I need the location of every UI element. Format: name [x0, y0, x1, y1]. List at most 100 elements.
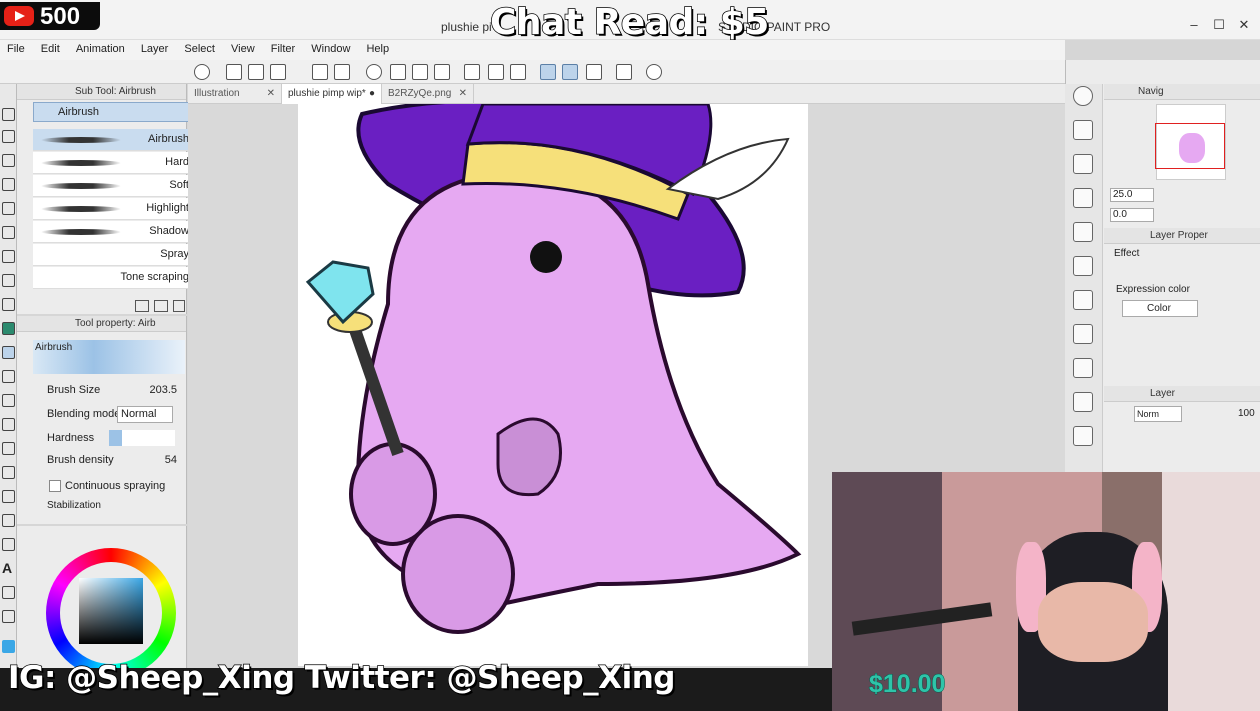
- menu-select[interactable]: Select: [184, 40, 215, 58]
- brush-soft[interactable]: Soft: [33, 175, 191, 197]
- airbrush-tool-icon[interactable]: [2, 346, 15, 359]
- pen-tool-icon[interactable]: [2, 274, 15, 287]
- rotate-value[interactable]: 0.0: [1110, 208, 1154, 222]
- menu-view[interactable]: View: [231, 40, 255, 58]
- search-icon[interactable]: [1073, 86, 1093, 106]
- eraser-tool-icon[interactable]: [2, 394, 15, 407]
- navigator-preview[interactable]: [1155, 104, 1226, 180]
- duplicate-subtool-icon[interactable]: [154, 300, 168, 312]
- magic-wand-icon[interactable]: [2, 226, 15, 239]
- stabilization-row[interactable]: Stabilization: [33, 496, 193, 518]
- hardness-selector[interactable]: [109, 430, 175, 446]
- menu-help[interactable]: Help: [366, 40, 389, 58]
- brush-hard[interactable]: Hard: [33, 152, 191, 174]
- star-icon[interactable]: [1073, 120, 1093, 140]
- correct-line-icon[interactable]: [2, 610, 15, 623]
- invert-selection-icon[interactable]: [488, 64, 504, 80]
- menu-edit[interactable]: Edit: [41, 40, 60, 58]
- pencil-tool-icon[interactable]: [2, 298, 15, 311]
- grid-snap-icon[interactable]: [586, 64, 602, 80]
- menu-animation[interactable]: Animation: [76, 40, 125, 58]
- expression-color-select[interactable]: Color: [1122, 300, 1198, 317]
- continuous-spraying-checkbox[interactable]: [49, 480, 61, 492]
- minimize-button[interactable]: –: [1184, 17, 1204, 33]
- brush-airbrush[interactable]: Airbrush: [33, 129, 191, 151]
- zoom-tool-icon[interactable]: [2, 108, 15, 121]
- save-icon[interactable]: [270, 64, 286, 80]
- image-icon[interactable]: [1073, 256, 1093, 276]
- brush-tone-scraping[interactable]: Tone scraping: [33, 267, 191, 289]
- brush-density-row[interactable]: Brush density 54: [33, 450, 193, 472]
- zoom-value[interactable]: 25.0: [1110, 188, 1154, 202]
- ruler-snap-icon[interactable]: [540, 64, 556, 80]
- brush-density-value[interactable]: 54: [165, 454, 177, 466]
- text-tool-icon[interactable]: A: [2, 561, 15, 575]
- hardness-row[interactable]: Hardness: [33, 428, 193, 450]
- menu-window[interactable]: Window: [311, 40, 350, 58]
- trash-icon[interactable]: [173, 300, 185, 312]
- transform-icon[interactable]: [434, 64, 450, 80]
- decoration-tool-icon[interactable]: [2, 370, 15, 383]
- help-icon[interactable]: [646, 64, 662, 80]
- brush-tool-icon[interactable]: [2, 322, 15, 335]
- blend-tool-icon[interactable]: [2, 418, 15, 431]
- special-ruler-icon[interactable]: [562, 64, 578, 80]
- loading-icon[interactable]: [366, 64, 382, 80]
- gradient-tool-icon[interactable]: [2, 466, 15, 479]
- figure-tool-icon[interactable]: [2, 490, 15, 503]
- tab-plushie-pimp[interactable]: plushie pimp wip* ●: [282, 84, 382, 104]
- undo-icon[interactable]: [312, 64, 328, 80]
- close-tab-icon[interactable]: ✕: [459, 84, 467, 104]
- menu-file[interactable]: File: [7, 40, 25, 58]
- history-icon[interactable]: [1073, 358, 1093, 378]
- frame-tool-icon[interactable]: [2, 514, 15, 527]
- layer-opacity[interactable]: 100: [1238, 408, 1255, 419]
- material-icon[interactable]: [1073, 154, 1093, 174]
- blending-mode-row[interactable]: Blending mode Normal: [33, 404, 193, 426]
- tab-b2rzyqe[interactable]: B2RZyQe.png ✕: [382, 84, 474, 104]
- drawing-canvas[interactable]: [298, 98, 808, 666]
- clear-icon[interactable]: [390, 64, 406, 80]
- brush-size-value[interactable]: 203.5: [149, 384, 177, 396]
- favorite-icon[interactable]: [1073, 392, 1093, 412]
- close-panel-icon[interactable]: [1073, 188, 1093, 208]
- main-color-swatch[interactable]: [2, 640, 15, 653]
- balloon-tool-icon[interactable]: [2, 586, 15, 599]
- maximize-button[interactable]: ☐: [1209, 17, 1229, 33]
- folder-icon[interactable]: [1073, 324, 1093, 344]
- ruler-tool-icon[interactable]: [2, 538, 15, 551]
- close-tab-icon[interactable]: ✕: [267, 84, 275, 104]
- color-wheel[interactable]: [46, 548, 176, 678]
- brush-highlight[interactable]: Highlight: [33, 198, 191, 220]
- menu-layer[interactable]: Layer: [141, 40, 169, 58]
- deselect-icon[interactable]: [464, 64, 480, 80]
- open-folder-icon[interactable]: [248, 64, 264, 80]
- continuous-spraying-row[interactable]: Continuous spraying: [33, 476, 193, 498]
- tablet-icon[interactable]: [616, 64, 632, 80]
- eyedropper-icon[interactable]: [2, 250, 15, 263]
- close-button[interactable]: ✕: [1234, 17, 1254, 33]
- hand-tool-icon[interactable]: [2, 130, 15, 143]
- new-file-icon[interactable]: [226, 64, 242, 80]
- operation-tool-icon[interactable]: [2, 154, 15, 167]
- lasso-tool-icon[interactable]: [2, 202, 15, 215]
- menu-filter[interactable]: Filter: [271, 40, 295, 58]
- color-saturation-square[interactable]: [79, 578, 143, 644]
- 3d-icon[interactable]: [1073, 290, 1093, 310]
- crop-icon[interactable]: [510, 64, 526, 80]
- tab-illustration[interactable]: Illustration ✕: [188, 84, 282, 104]
- logo-icon[interactable]: [194, 64, 210, 80]
- download-icon[interactable]: [1073, 426, 1093, 446]
- brush-shadow[interactable]: Shadow: [33, 221, 191, 243]
- fill-icon[interactable]: [412, 64, 428, 80]
- new-subtool-icon[interactable]: [135, 300, 149, 312]
- redo-icon[interactable]: [334, 64, 350, 80]
- subtool-group-airbrush[interactable]: Airbrush: [33, 102, 189, 122]
- brush-spray[interactable]: Spray: [33, 244, 191, 266]
- blending-mode-select[interactable]: Normal: [117, 406, 173, 423]
- move-tool-icon[interactable]: [2, 178, 15, 191]
- fill-tool-icon[interactable]: [2, 442, 15, 455]
- tone-icon[interactable]: [1073, 222, 1093, 242]
- brush-size-row[interactable]: Brush Size 203.5: [33, 380, 193, 402]
- layer-blend-select[interactable]: Norm: [1134, 406, 1182, 422]
